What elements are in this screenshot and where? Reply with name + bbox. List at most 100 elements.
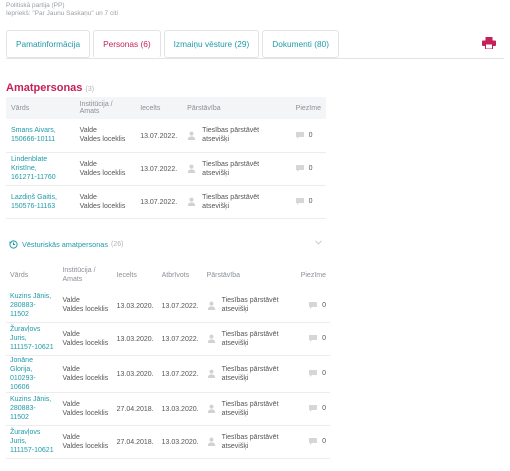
officials-heading: Amatpersonas (3) — [6, 82, 94, 94]
institution-cell: Valde Valdes loceklis — [58, 425, 112, 458]
tab-change-history[interactable]: Izmaiņu vēsture (29) — [163, 30, 260, 58]
person-link[interactable]: Jonāne Glorija, 010293-10606 — [10, 356, 54, 392]
person-link[interactable]: Lazdiņš Gaitis, 150576-11163 — [11, 193, 70, 211]
comment-icon[interactable] — [295, 165, 304, 172]
person-link[interactable]: Smans Aivars, 150666-10111 — [11, 126, 70, 144]
tab-persons[interactable]: Personas (6) — [93, 30, 161, 58]
column-header: Piezīme — [295, 104, 321, 112]
column-header: Piezīme — [300, 271, 326, 279]
person-cell: Jonāne Glorija, 010293-10606 — [6, 355, 58, 392]
historical-officials-toggle[interactable]: Vēsturiskās amatpersonas (26) — [6, 237, 328, 251]
comment-icon[interactable] — [309, 370, 318, 377]
appointed-date: 27.04.2018. — [116, 439, 154, 446]
table-row: Žuravļovs Juris, 111157-10621 Valde Valdes … — [6, 322, 330, 355]
person-code[interactable]: 150666-10111 — [11, 135, 70, 144]
appointed-date: 13.07.2022. — [140, 166, 178, 173]
person-cell: Kuzins Jānis, 280883-11502 — [6, 392, 58, 425]
column-header: Pārstāvība — [187, 104, 221, 112]
user-icon — [187, 197, 196, 206]
comment-icon[interactable] — [309, 438, 318, 445]
entity-type: Politiskā partija (PP) — [6, 2, 65, 9]
position: Valdes loceklis — [79, 136, 126, 144]
person-name[interactable]: Lindenblate Kristīne, — [11, 155, 70, 173]
representation-text: Tiesības pārstāvēt atsevišķi — [202, 127, 260, 144]
notes-cell: 0 — [296, 392, 330, 425]
released-date: 13.03.2020. — [161, 439, 199, 446]
appointed-cell: 13.03.2020. — [113, 322, 158, 355]
person-link[interactable]: Kuzins Jānis, 280883-11502 — [10, 292, 54, 319]
tab-basic-info[interactable]: Pamatinformācija — [6, 30, 91, 58]
appointed-date: 13.07.2022. — [140, 132, 178, 140]
notes-cell: 0 — [291, 185, 326, 218]
person-code[interactable]: 111157-10621 — [10, 343, 54, 352]
institution: Valde — [62, 400, 80, 408]
person-name[interactable]: Jonāne Glorija, — [10, 356, 54, 374]
appointed-date: 13.03.2020. — [116, 371, 154, 378]
person-code[interactable]: 161271-11760 — [11, 173, 70, 182]
representation-line1: Tiesības pārstāvēt — [221, 400, 279, 408]
notes-count: 0 — [322, 301, 326, 309]
released-date: 13.07.2022. — [161, 371, 199, 378]
person-link[interactable]: Lindenblate Kristīne, 161271-11760 — [11, 155, 70, 182]
column-header: Institūcija / Amats — [79, 101, 113, 115]
person-code[interactable]: 111157-10621 — [10, 446, 54, 455]
tab-documents[interactable]: Dokumenti (80) — [262, 30, 339, 58]
representation-cell: Tiesības pārstāvēt atsevišķi — [203, 355, 296, 392]
released-date: 13.07.2022. — [161, 336, 199, 343]
table-row: Smans Aivars, 150666-10111 Valde Valdes loc… — [6, 119, 326, 152]
released-cell: 13.03.2020. — [158, 392, 203, 425]
institution: Valde — [79, 127, 97, 135]
historical-officials-title: Vēsturiskās amatpersonas — [22, 239, 108, 249]
representation-cell: Tiesības pārstāvēt atsevišķi — [182, 152, 291, 185]
user-icon — [187, 164, 196, 173]
person-name[interactable]: Žuravļovs Juris, — [10, 428, 54, 446]
user-icon — [187, 131, 196, 140]
printer-icon[interactable] — [482, 37, 496, 49]
institution: Valde — [79, 160, 97, 168]
appointed-cell: 13.07.2022. — [135, 119, 182, 152]
comment-icon[interactable] — [295, 198, 304, 205]
notes-count: 0 — [308, 131, 313, 139]
person-name[interactable]: Kuzins Jānis, — [10, 292, 54, 301]
chevron-down-icon[interactable] — [315, 240, 322, 245]
person-name[interactable]: Kuzins Jānis, — [10, 395, 54, 404]
person-name[interactable]: Smans Aivars, — [11, 126, 70, 135]
notes-cell: 0 — [296, 355, 330, 392]
table-row: Lindenblate Kristīne, 161271-11760 Valde Va… — [6, 152, 326, 185]
position: Valdes loceklis — [62, 306, 109, 314]
table-row: Jonāne Glorija, 010293-10606 Valde Valdes l… — [6, 355, 330, 392]
notes-count: 0 — [322, 405, 326, 412]
appointed-cell: 27.04.2018. — [113, 392, 158, 425]
notes-count: 0 — [322, 335, 326, 342]
released-date: 13.07.2022. — [161, 302, 199, 310]
column-header: Atbrīvots — [161, 271, 190, 279]
institution-cell: Valde Valdes loceklis — [58, 322, 112, 355]
person-code[interactable]: 150576-11163 — [11, 202, 70, 211]
position: Valdes loceklis — [62, 339, 109, 347]
comment-icon[interactable] — [309, 405, 318, 412]
released-cell: 13.07.2022. — [158, 289, 203, 322]
person-name[interactable]: Žuravļovs Juris, — [10, 325, 54, 343]
institution-cell: Valde Valdes loceklis — [75, 152, 136, 185]
person-name[interactable]: Lazdiņš Gaitis, — [11, 193, 70, 202]
released-cell: 13.07.2022. — [158, 355, 203, 392]
column-header: Iecelts — [116, 271, 137, 279]
representation-cell: Tiesības pārstāvēt atsevišķi — [182, 185, 291, 218]
person-code[interactable]: 280883-11502 — [10, 404, 54, 422]
person-code[interactable]: 280883-11502 — [10, 301, 54, 319]
institution-cell: Valde Valdes loceklis — [75, 119, 136, 152]
comment-icon[interactable] — [309, 335, 318, 342]
institution-cell: Valde Valdes loceklis — [58, 355, 112, 392]
person-link[interactable]: Žuravļovs Juris, 111157-10621 — [10, 325, 54, 352]
user-icon — [207, 301, 215, 310]
comment-icon[interactable] — [309, 301, 318, 309]
notes-cell: 0 — [291, 119, 326, 152]
notes-cell: 0 — [296, 425, 330, 458]
person-link[interactable]: Kuzins Jānis, 280883-11502 — [10, 395, 54, 422]
person-link[interactable]: Žuravļovs Juris, 111157-10621 — [10, 428, 54, 455]
person-code[interactable]: 010293-10606 — [10, 374, 54, 392]
comment-icon[interactable] — [295, 131, 304, 139]
position: Valdes loceklis — [79, 202, 126, 210]
user-icon — [207, 369, 215, 378]
representation-cell: Tiesības pārstāvēt atsevišķi — [203, 425, 296, 458]
